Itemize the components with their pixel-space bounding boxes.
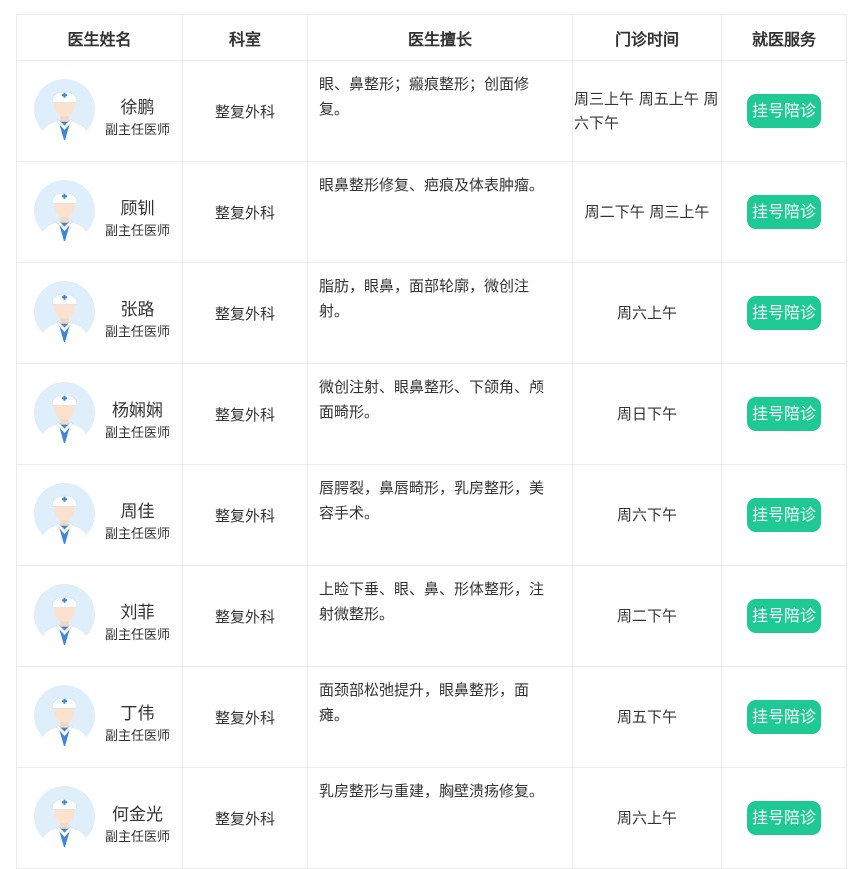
- doctor-cell: 张路 副主任医师: [16, 262, 183, 364]
- doctor-table-container: 医生姓名 科室 医生擅长 门诊时间 就医服务 徐鹏 副主任医师 整复外科 眼、鼻…: [16, 14, 847, 869]
- clinic-time-cell: 周日下午: [572, 363, 722, 465]
- header-clinic-time: 门诊时间: [572, 14, 722, 61]
- doctor-name: 张路: [120, 299, 155, 320]
- doctor-cell: 刘菲 副主任医师: [16, 565, 183, 667]
- doctor-row: 刘菲 副主任医师 整复外科 上睑下垂、眼、鼻、形体整形，注射微整形。 周二下午 …: [16, 565, 847, 667]
- clinic-time-cell: 周五下午: [572, 666, 722, 768]
- service-cell: 挂号陪诊: [721, 363, 847, 465]
- header-department: 科室: [182, 14, 308, 61]
- specialty-cell: 眼鼻整形修复、疤痕及体表肿瘤。: [307, 161, 573, 263]
- doctor-cell: 徐鹏 副主任医师: [16, 60, 183, 162]
- doctor-title: 副主任医师: [104, 728, 170, 744]
- doctor-name: 周佳: [120, 501, 155, 522]
- doctor-cell: 丁伟 副主任医师: [16, 666, 183, 768]
- department-cell: 整复外科: [182, 60, 308, 162]
- doctor-schedule-table: 医生姓名 科室 医生擅长 门诊时间 就医服务 徐鹏 副主任医师 整复外科 眼、鼻…: [16, 14, 847, 869]
- doctor-row: 杨娴娴 副主任医师 整复外科 微创注射、眼鼻整形、下颌角、颅面畸形。 周日下午 …: [16, 363, 847, 465]
- doctor-avatar-icon: [34, 583, 95, 645]
- register-escort-button[interactable]: 挂号陪诊: [747, 498, 821, 532]
- doctor-title: 副主任医师: [104, 627, 170, 643]
- specialty-cell: 面颈部松弛提升，眼鼻整形，面瘫。: [307, 666, 573, 768]
- doctor-row: 丁伟 副主任医师 整复外科 面颈部松弛提升，眼鼻整形，面瘫。 周五下午 挂号陪诊: [16, 666, 847, 768]
- doctor-name: 何金光: [112, 804, 163, 825]
- clinic-time-cell: 周三上午 周五上午 周六下午: [572, 60, 722, 162]
- service-cell: 挂号陪诊: [721, 666, 847, 768]
- register-escort-button[interactable]: 挂号陪诊: [747, 94, 821, 128]
- doctor-row: 周佳 副主任医师 整复外科 唇腭裂，鼻唇畸形，乳房整形，美容手术。 周六下午 挂…: [16, 464, 847, 566]
- doctor-cell: 顾钏 副主任医师: [16, 161, 183, 263]
- register-escort-button[interactable]: 挂号陪诊: [747, 296, 821, 330]
- service-cell: 挂号陪诊: [721, 767, 847, 869]
- doctor-name: 徐鹏: [120, 97, 155, 118]
- specialty-cell: 上睑下垂、眼、鼻、形体整形，注射微整形。: [307, 565, 573, 667]
- doctor-row: 顾钏 副主任医师 整复外科 眼鼻整形修复、疤痕及体表肿瘤。 周二下午 周三上午 …: [16, 161, 847, 263]
- doctor-avatar-icon: [34, 78, 95, 140]
- doctor-avatar-icon: [34, 280, 95, 342]
- header-doctor-name: 医生姓名: [16, 14, 183, 61]
- clinic-time-cell: 周六上午: [572, 767, 722, 869]
- doctor-avatar-icon: [34, 482, 95, 544]
- doctor-title: 副主任医师: [104, 324, 170, 340]
- clinic-time-cell: 周六下午: [572, 464, 722, 566]
- clinic-time-cell: 周二下午: [572, 565, 722, 667]
- doctor-title: 副主任医师: [104, 425, 170, 441]
- department-cell: 整复外科: [182, 666, 308, 768]
- clinic-time-cell: 周六上午: [572, 262, 722, 364]
- header-medical-service: 就医服务: [721, 14, 847, 61]
- register-escort-button[interactable]: 挂号陪诊: [747, 195, 821, 229]
- service-cell: 挂号陪诊: [721, 262, 847, 364]
- header-specialty: 医生擅长: [307, 14, 573, 61]
- register-escort-button[interactable]: 挂号陪诊: [747, 801, 821, 835]
- doctor-avatar-icon: [34, 684, 95, 746]
- doctor-cell: 何金光 副主任医师: [16, 767, 183, 869]
- doctor-title: 副主任医师: [104, 829, 170, 845]
- doctor-row: 徐鹏 副主任医师 整复外科 眼、鼻整形；瘢痕整形；创面修复。 周三上午 周五上午…: [16, 60, 847, 162]
- department-cell: 整复外科: [182, 767, 308, 869]
- doctor-name: 顾钏: [120, 198, 155, 219]
- register-escort-button[interactable]: 挂号陪诊: [747, 599, 821, 633]
- department-cell: 整复外科: [182, 262, 308, 364]
- service-cell: 挂号陪诊: [721, 161, 847, 263]
- specialty-cell: 微创注射、眼鼻整形、下颌角、颅面畸形。: [307, 363, 573, 465]
- doctor-row: 张路 副主任医师 整复外科 脂肪，眼鼻，面部轮廓，微创注射。 周六上午 挂号陪诊: [16, 262, 847, 364]
- doctor-name: 丁伟: [120, 703, 155, 724]
- service-cell: 挂号陪诊: [721, 464, 847, 566]
- doctor-name: 刘菲: [120, 602, 155, 623]
- department-cell: 整复外科: [182, 363, 308, 465]
- register-escort-button[interactable]: 挂号陪诊: [747, 700, 821, 734]
- service-cell: 挂号陪诊: [721, 60, 847, 162]
- doctor-title: 副主任医师: [104, 526, 170, 542]
- doctor-cell: 周佳 副主任医师: [16, 464, 183, 566]
- specialty-cell: 眼、鼻整形；瘢痕整形；创面修复。: [307, 60, 573, 162]
- doctor-avatar-icon: [34, 785, 95, 847]
- doctor-title: 副主任医师: [104, 122, 170, 138]
- department-cell: 整复外科: [182, 464, 308, 566]
- department-cell: 整复外科: [182, 565, 308, 667]
- doctor-name: 杨娴娴: [112, 400, 163, 421]
- table-header-row: 医生姓名 科室 医生擅长 门诊时间 就医服务: [16, 14, 847, 61]
- doctor-title: 副主任医师: [104, 223, 170, 239]
- service-cell: 挂号陪诊: [721, 565, 847, 667]
- register-escort-button[interactable]: 挂号陪诊: [747, 397, 821, 431]
- clinic-time-cell: 周二下午 周三上午: [572, 161, 722, 263]
- doctor-cell: 杨娴娴 副主任医师: [16, 363, 183, 465]
- doctor-avatar-icon: [34, 179, 95, 241]
- doctor-avatar-icon: [34, 381, 95, 443]
- doctor-row: 何金光 副主任医师 整复外科 乳房整形与重建，胸壁溃疡修复。 周六上午 挂号陪诊: [16, 767, 847, 869]
- specialty-cell: 脂肪，眼鼻，面部轮廓，微创注射。: [307, 262, 573, 364]
- specialty-cell: 乳房整形与重建，胸壁溃疡修复。: [307, 767, 573, 869]
- specialty-cell: 唇腭裂，鼻唇畸形，乳房整形，美容手术。: [307, 464, 573, 566]
- department-cell: 整复外科: [182, 161, 308, 263]
